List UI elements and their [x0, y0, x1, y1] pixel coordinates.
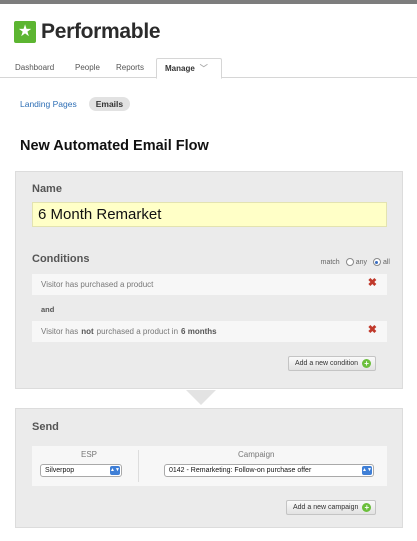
subnav-link-landing-pages[interactable]: Landing Pages [20, 99, 77, 109]
chevron-down-icon: ﹀ [199, 64, 208, 73]
main-nav: Dashboard People Reports Manage ﹀ [0, 58, 417, 79]
name-section-label: Name [32, 183, 62, 195]
esp-label: ESP [81, 450, 98, 459]
nav-tab-manage[interactable]: Manage ﹀ [156, 58, 222, 79]
send-panel: Send ESP Silverpop ▲▼ Campaign 0142 - Re… [15, 408, 403, 528]
page-title: New Automated Email Flow [20, 138, 209, 154]
nav-item-reports[interactable]: Reports [116, 63, 144, 72]
remove-condition-icon[interactable]: ✖ [368, 278, 377, 289]
plus-icon: + [362, 503, 372, 512]
select-arrows-icon: ▲▼ [110, 466, 120, 475]
condition-text-middle: purchased a product in [96, 327, 179, 336]
match-label: match [320, 258, 340, 266]
match-all-radio[interactable] [372, 258, 381, 266]
esp-select-value: Silverpop [45, 467, 75, 474]
nav-item-people[interactable]: People [75, 63, 100, 72]
match-all-label: all [382, 258, 390, 266]
condition-text-prefix: Visitor has [41, 327, 79, 336]
campaign-label: Campaign [238, 450, 275, 459]
match-any-radio[interactable] [345, 258, 354, 266]
condition-negation: not [81, 327, 94, 336]
condition-joiner: and [41, 305, 55, 314]
campaign-select-value: 0142 - Remarketing: Follow-on purchase o… [169, 467, 312, 474]
star-icon: ★ [14, 21, 36, 43]
send-settings-row: ESP Silverpop ▲▼ Campaign 0142 - Remarke… [32, 446, 387, 486]
send-section-label: Send [32, 421, 59, 433]
add-condition-label: Add a new condition [295, 360, 359, 367]
nav-tab-manage-label: Manage [165, 64, 195, 73]
column-divider [138, 450, 139, 482]
flow-settings-panel: Name Conditions match any all Visitor ha… [15, 171, 403, 389]
add-condition-button[interactable]: Add a new condition + [288, 356, 377, 371]
conditions-section-label: Conditions [32, 253, 90, 265]
condition-period: 6 months [181, 327, 217, 336]
condition-row[interactable]: Visitor has purchased a product ✖ [32, 274, 387, 295]
nav-item-dashboard[interactable]: Dashboard [15, 63, 54, 72]
flow-arrow-icon [186, 390, 216, 405]
condition-text: Visitor has purchased a product [41, 280, 154, 289]
sub-nav: Landing Pages Emails [20, 97, 131, 111]
top-border [0, 0, 417, 4]
logo-text: Performable [41, 20, 161, 43]
app-logo[interactable]: ★ Performable [14, 20, 161, 44]
flow-name-input[interactable] [32, 202, 387, 227]
add-campaign-label: Add a new campaign [293, 504, 359, 511]
remove-condition-icon[interactable]: ✖ [368, 325, 377, 336]
condition-row[interactable]: Visitor has not purchased a product in 6… [32, 321, 387, 342]
esp-select[interactable]: Silverpop ▲▼ [40, 464, 122, 477]
subnav-tab-emails[interactable]: Emails [88, 97, 131, 111]
select-arrows-icon: ▲▼ [362, 466, 372, 475]
match-any-label: any [355, 258, 367, 266]
campaign-select[interactable]: 0142 - Remarketing: Follow-on purchase o… [164, 464, 374, 477]
match-selector: match any all [321, 258, 390, 266]
add-campaign-button[interactable]: Add a new campaign + [286, 500, 377, 515]
plus-icon: + [362, 359, 372, 368]
